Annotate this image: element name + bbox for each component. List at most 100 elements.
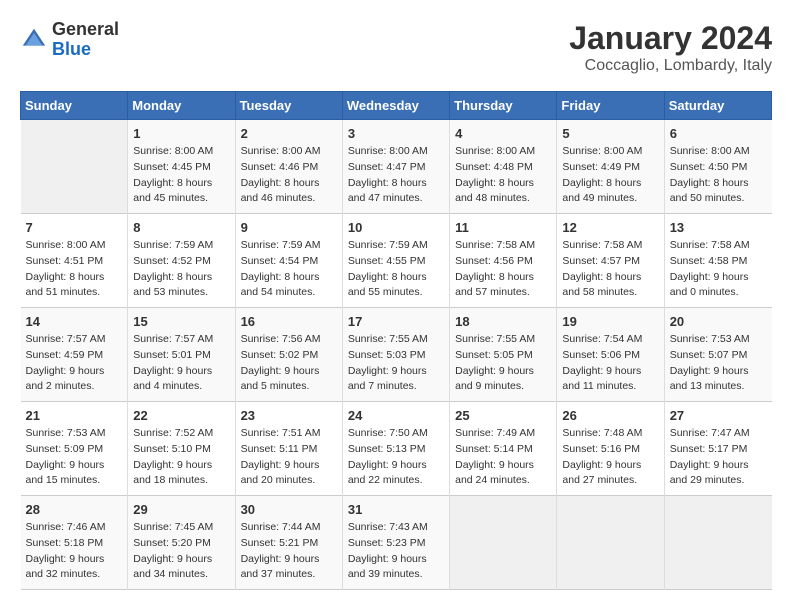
calendar-cell: 27Sunrise: 7:47 AMSunset: 5:17 PMDayligh…	[664, 402, 771, 496]
calendar-subtitle: Coccaglio, Lombardy, Italy	[569, 57, 772, 75]
calendar-week-row: 21 Sunrise: 7:53 AMSunset: 5:09 PMDayligh…	[21, 402, 772, 496]
day-number: 13	[670, 220, 767, 235]
calendar-cell: 26 Sunrise: 7:48 AMSunset: 5:16 PMDayligh…	[557, 402, 664, 496]
day-number: 25	[455, 408, 551, 423]
calendar-cell: 24 Sunrise: 7:50 AMSunset: 5:13 PMDayligh…	[342, 402, 449, 496]
day-info: Sunrise: 8:00 AMSunset: 4:51 PMDaylight:…	[26, 238, 123, 301]
calendar-cell: 30Sunrise: 7:44 AMSunset: 5:21 PMDayligh…	[235, 496, 342, 590]
calendar-cell: 23Sunrise: 7:51 AMSunset: 5:11 PMDayligh…	[235, 402, 342, 496]
day-info: Sunrise: 7:46 AMSunset: 5:18 PMDaylight:…	[26, 520, 123, 583]
day-number: 26	[562, 408, 658, 423]
calendar-cell: 5 Sunrise: 8:00 AMSunset: 4:49 PMDaylight…	[557, 120, 664, 214]
day-header-sunday: Sunday	[21, 92, 128, 120]
day-number: 4	[455, 126, 551, 141]
day-header-tuesday: Tuesday	[235, 92, 342, 120]
day-number: 12	[562, 220, 658, 235]
day-number: 22	[133, 408, 229, 423]
calendar-cell: 2 Sunrise: 8:00 AMSunset: 4:46 PMDaylight…	[235, 120, 342, 214]
day-info: Sunrise: 7:54 AMSunset: 5:06 PMDaylight:…	[562, 332, 658, 395]
day-number: 19	[562, 314, 658, 329]
calendar-cell	[450, 496, 557, 590]
day-number: 30	[241, 502, 337, 517]
day-number: 14	[26, 314, 123, 329]
day-number: 17	[348, 314, 444, 329]
day-number: 29	[133, 502, 229, 517]
day-info: Sunrise: 7:43 AMSunset: 5:23 PMDaylight:…	[348, 520, 444, 583]
day-info: Sunrise: 7:48 AMSunset: 5:16 PMDaylight:…	[562, 426, 658, 489]
calendar-week-row: 14 Sunrise: 7:57 AMSunset: 4:59 PMDayligh…	[21, 308, 772, 402]
day-number: 7	[26, 220, 123, 235]
day-info: Sunrise: 7:56 AMSunset: 5:02 PMDaylight:…	[241, 332, 337, 395]
calendar-cell: 17 Sunrise: 7:55 AMSunset: 5:03 PMDayligh…	[342, 308, 449, 402]
day-number: 3	[348, 126, 444, 141]
day-number: 6	[670, 126, 767, 141]
calendar-cell: 16 Sunrise: 7:56 AMSunset: 5:02 PMDayligh…	[235, 308, 342, 402]
day-header-friday: Friday	[557, 92, 664, 120]
calendar-cell: 6 Sunrise: 8:00 AMSunset: 4:50 PMDaylight…	[664, 120, 771, 214]
calendar-cell: 3 Sunrise: 8:00 AMSunset: 4:47 PMDaylight…	[342, 120, 449, 214]
calendar-cell: 31 Sunrise: 7:43 AMSunset: 5:23 PMDayligh…	[342, 496, 449, 590]
day-info: Sunrise: 7:55 AMSunset: 5:03 PMDaylight:…	[348, 332, 444, 395]
day-info: Sunrise: 8:00 AMSunset: 4:47 PMDaylight:…	[348, 144, 444, 207]
day-number: 8	[133, 220, 229, 235]
calendar-week-row: 1 Sunrise: 8:00 AMSunset: 4:45 PMDaylight…	[21, 120, 772, 214]
calendar-cell: 13 Sunrise: 7:58 AMSunset: 4:58 PMDayligh…	[664, 214, 771, 308]
calendar-cell: 8Sunrise: 7:59 AMSunset: 4:52 PMDaylight…	[128, 214, 235, 308]
calendar-cell: 18 Sunrise: 7:55 AMSunset: 5:05 PMDayligh…	[450, 308, 557, 402]
day-info: Sunrise: 7:53 AMSunset: 5:07 PMDaylight:…	[670, 332, 767, 395]
day-number: 16	[241, 314, 337, 329]
calendar-cell: 11 Sunrise: 7:58 AMSunset: 4:56 PMDayligh…	[450, 214, 557, 308]
title-block: January 2024 Coccaglio, Lombardy, Italy	[569, 20, 772, 75]
day-number: 11	[455, 220, 551, 235]
logo-blue: Blue	[52, 39, 91, 59]
page-header: General Blue January 2024 Coccaglio, Lom…	[20, 20, 772, 75]
calendar-cell: 19 Sunrise: 7:54 AMSunset: 5:06 PMDayligh…	[557, 308, 664, 402]
day-number: 5	[562, 126, 658, 141]
day-info: Sunrise: 7:57 AMSunset: 4:59 PMDaylight:…	[26, 332, 123, 395]
day-number: 15	[133, 314, 229, 329]
day-number: 21	[26, 408, 123, 423]
day-number: 18	[455, 314, 551, 329]
calendar-title: January 2024	[569, 20, 772, 57]
day-number: 27	[670, 408, 767, 423]
day-info: Sunrise: 7:58 AMSunset: 4:56 PMDaylight:…	[455, 238, 551, 301]
calendar-cell: 4 Sunrise: 8:00 AMSunset: 4:48 PMDaylight…	[450, 120, 557, 214]
day-number: 10	[348, 220, 444, 235]
day-info: Sunrise: 8:00 AMSunset: 4:49 PMDaylight:…	[562, 144, 658, 207]
calendar-cell: 21 Sunrise: 7:53 AMSunset: 5:09 PMDayligh…	[21, 402, 128, 496]
day-info: Sunrise: 7:45 AMSunset: 5:20 PMDaylight:…	[133, 520, 229, 583]
calendar-cell: 9 Sunrise: 7:59 AMSunset: 4:54 PMDaylight…	[235, 214, 342, 308]
day-number: 31	[348, 502, 444, 517]
day-number: 24	[348, 408, 444, 423]
calendar-cell	[664, 496, 771, 590]
day-header-thursday: Thursday	[450, 92, 557, 120]
day-info: Sunrise: 7:53 AMSunset: 5:09 PMDaylight:…	[26, 426, 123, 489]
day-info: Sunrise: 7:49 AMSunset: 5:14 PMDaylight:…	[455, 426, 551, 489]
day-info: Sunrise: 7:59 AMSunset: 4:54 PMDaylight:…	[241, 238, 337, 301]
logo: General Blue	[20, 20, 119, 60]
day-number: 1	[133, 126, 229, 141]
calendar-cell	[21, 120, 128, 214]
day-number: 9	[241, 220, 337, 235]
day-info: Sunrise: 8:00 AMSunset: 4:50 PMDaylight:…	[670, 144, 767, 207]
day-info: Sunrise: 8:00 AMSunset: 4:48 PMDaylight:…	[455, 144, 551, 207]
day-info: Sunrise: 7:50 AMSunset: 5:13 PMDaylight:…	[348, 426, 444, 489]
calendar-cell: 1 Sunrise: 8:00 AMSunset: 4:45 PMDaylight…	[128, 120, 235, 214]
logo-general: General	[52, 19, 119, 39]
logo-text: General Blue	[52, 20, 119, 60]
day-number: 2	[241, 126, 337, 141]
day-header-wednesday: Wednesday	[342, 92, 449, 120]
day-info: Sunrise: 7:58 AMSunset: 4:57 PMDaylight:…	[562, 238, 658, 301]
calendar-cell: 20Sunrise: 7:53 AMSunset: 5:07 PMDayligh…	[664, 308, 771, 402]
calendar-table: SundayMondayTuesdayWednesdayThursdayFrid…	[20, 91, 772, 590]
day-info: Sunrise: 8:00 AMSunset: 4:45 PMDaylight:…	[133, 144, 229, 207]
day-info: Sunrise: 8:00 AMSunset: 4:46 PMDaylight:…	[241, 144, 337, 207]
day-info: Sunrise: 7:58 AMSunset: 4:58 PMDaylight:…	[670, 238, 767, 301]
day-info: Sunrise: 7:55 AMSunset: 5:05 PMDaylight:…	[455, 332, 551, 395]
calendar-week-row: 28 Sunrise: 7:46 AMSunset: 5:18 PMDayligh…	[21, 496, 772, 590]
day-header-saturday: Saturday	[664, 92, 771, 120]
day-info: Sunrise: 7:59 AMSunset: 4:55 PMDaylight:…	[348, 238, 444, 301]
calendar-cell	[557, 496, 664, 590]
day-number: 28	[26, 502, 123, 517]
calendar-cell: 28 Sunrise: 7:46 AMSunset: 5:18 PMDayligh…	[21, 496, 128, 590]
